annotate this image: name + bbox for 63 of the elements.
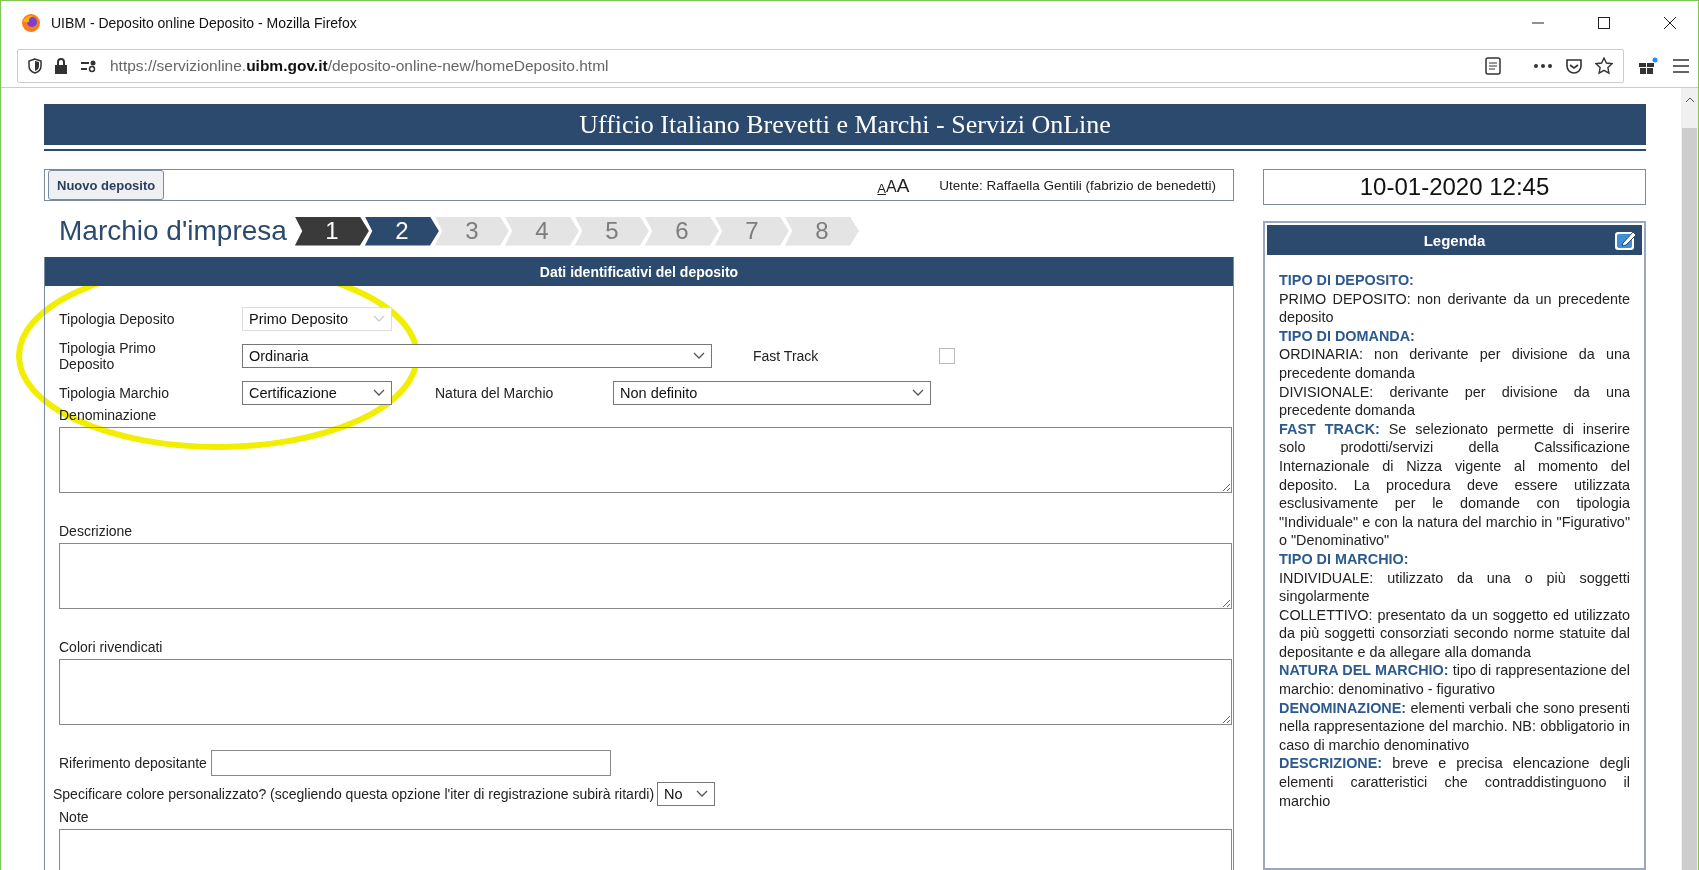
legend-entry: ORDINARIA: non derivante per divisione da una precedente domanda (1279, 345, 1630, 383)
field-label: Tipologia Deposito (59, 311, 176, 327)
field-label: Specificare colore personalizzato? (scegliendo questa opzione l'iter di registrazione subirà ritardi) (53, 786, 655, 802)
edit-icon[interactable] (1614, 229, 1638, 251)
date-time: 10-01-2020 12:45 (1263, 169, 1646, 205)
pocket-icon[interactable] (1565, 58, 1583, 74)
more-icon[interactable] (1533, 63, 1553, 69)
field-label: Natura del Marchio (435, 385, 555, 401)
window-title: UIBM - Deposito online Deposito - Mozilla Firefox (51, 15, 358, 31)
font-size-link[interactable]: A (885, 178, 897, 195)
font-size-link[interactable]: A (896, 175, 910, 195)
caret-icon (373, 389, 385, 397)
caret-icon (373, 315, 385, 323)
maximize-icon (1597, 16, 1611, 30)
caret-icon (912, 389, 924, 397)
text-area[interactable] (59, 543, 1232, 609)
legend-entry: DESCRIZIONE: breve e precisa elencazione degli elementi caratteristici che contraddistinguono il marchio (1279, 754, 1630, 811)
field-label: Colori rivendicati (59, 639, 164, 655)
text-area[interactable] (59, 427, 1232, 493)
text-area[interactable] (59, 659, 1232, 725)
legend-entry: INDIVIDUALE: utilizzato da una o più soggetti singolarmente (1279, 568, 1630, 606)
checkbox[interactable] (939, 348, 955, 364)
scrollbar[interactable] (1681, 88, 1698, 870)
legend-entry: DIVISIONALE: derivante per divisione da una precedente domanda (1279, 382, 1630, 420)
shield-icon (28, 58, 42, 74)
user-info: Utente: Raffaella Gentili (fabrizio de benedetti) (939, 177, 1216, 193)
page-title: Marchio d'impresa (59, 215, 287, 247)
url-text: https://servizionline.uibm.gov.it/deposito-online-new/homeDeposito.html (110, 57, 610, 75)
step-tab[interactable]: 1 (294, 216, 369, 246)
field-label: Riferimento depositante (59, 755, 207, 771)
reader-view-icon[interactable] (1485, 57, 1501, 75)
legend-entry: TIPO DI MARCHIO: (1279, 549, 1410, 569)
field-label: Tipologia Primo Deposito (59, 340, 157, 372)
browser-logo-icon (21, 13, 41, 33)
field-label: Tipologia Marchio (59, 385, 170, 401)
dropdown[interactable]: No (657, 782, 716, 806)
permissions-icon (80, 59, 98, 73)
page-header: Ufficio Italiano Brevetti e Marchi - Servizi OnLine (44, 104, 1646, 145)
scroll-up-icon[interactable] (1684, 96, 1695, 104)
field-label: Fast Track (753, 348, 820, 364)
caret-icon (693, 352, 705, 360)
star-icon[interactable] (1595, 57, 1613, 75)
legend-entry: TIPO DI DOMANDA: (1279, 326, 1416, 346)
legend-entry: TIPO DI DEPOSITO: (1279, 271, 1415, 290)
field-label: Descrizione (59, 523, 134, 539)
font-size-link[interactable]: A (877, 181, 886, 195)
gift-icon[interactable] (1638, 57, 1658, 75)
dropdown[interactable]: Certificazione (242, 381, 392, 405)
dropdown[interactable]: Ordinaria (242, 344, 712, 368)
step-tab[interactable]: 2 (364, 216, 439, 246)
address-bar[interactable]: https://servizionline.uibm.gov.it/deposito-online-new/homeDeposito.html (17, 49, 1624, 83)
input-field[interactable] (210, 750, 611, 776)
menu-icon[interactable] (1672, 59, 1690, 73)
lock-icon (54, 58, 68, 74)
legend-entry: PRIMO DEPOSITO: non derivante da un precedente deposito (1279, 289, 1630, 327)
field-label: Note (59, 809, 90, 825)
panel-title: Dati identificativi del deposito (45, 257, 1233, 286)
legend-entry: FAST TRACK: Se selezionato permette di inserire solo prodotti/servizi della Calssificazione Internazionale di Nizza vigente al momento del deposito. La procedura deve essere utilizzata esclusivamente per le domande con tipologia "Individuale" e con la natura del marchio in "Figurativo" o "Denominativo" (1279, 419, 1630, 550)
legend-title: Legenda (1423, 231, 1486, 249)
close-icon (1663, 16, 1677, 30)
caret-icon (696, 790, 709, 798)
new-deposit-button[interactable]: Nuovo deposito (48, 170, 165, 200)
dropdown[interactable]: Non definito (613, 381, 931, 405)
